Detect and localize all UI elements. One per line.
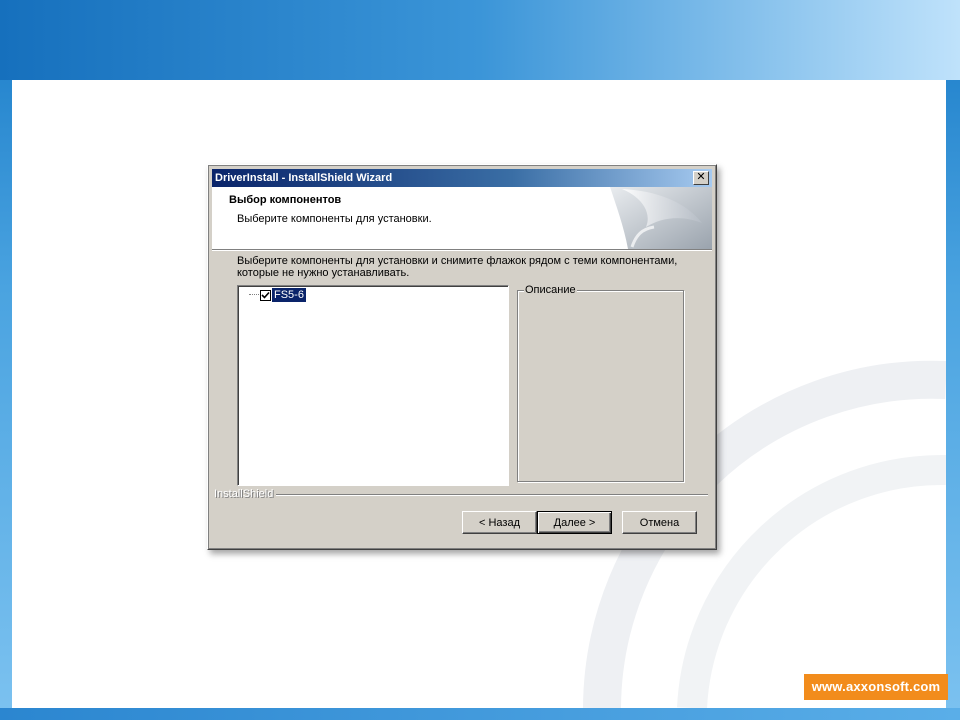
back-button[interactable]: < Назад bbox=[462, 511, 537, 534]
description-group: Описание bbox=[517, 284, 684, 482]
close-button[interactable]: ✕ bbox=[693, 171, 709, 185]
checkmark-icon bbox=[261, 291, 270, 299]
title-bar[interactable]: DriverInstall - InstallShield Wizard ✕ bbox=[212, 169, 712, 187]
slide-bottom-band bbox=[0, 708, 960, 720]
window-title: DriverInstall - InstallShield Wizard bbox=[215, 172, 393, 184]
slide-top-band bbox=[0, 0, 960, 80]
installshield-dialog: DriverInstall - InstallShield Wizard ✕ В… bbox=[207, 164, 717, 550]
page-curl-icon bbox=[602, 187, 712, 249]
component-checkbox[interactable] bbox=[260, 290, 271, 301]
page-title: Выбор компонентов bbox=[229, 194, 342, 206]
wizard-header: Выбор компонентов Выберите компоненты дл… bbox=[212, 187, 712, 249]
description-legend: Описание bbox=[524, 284, 577, 297]
header-separator bbox=[212, 249, 712, 251]
brand-separator bbox=[276, 494, 708, 496]
component-tree[interactable]: FS5-6 bbox=[237, 285, 509, 486]
component-label[interactable]: FS5-6 bbox=[272, 288, 306, 302]
website-badge[interactable]: www.axxonsoft.com bbox=[804, 674, 948, 700]
next-button[interactable]: Далее > bbox=[537, 511, 612, 534]
installshield-brand: InstallShield bbox=[214, 488, 277, 500]
instruction-text: Выберите компоненты для установки и сним… bbox=[237, 255, 678, 279]
cancel-button[interactable]: Отмена bbox=[622, 511, 697, 534]
page-subtitle: Выберите компоненты для установки. bbox=[237, 213, 432, 225]
close-icon: ✕ bbox=[696, 171, 706, 183]
